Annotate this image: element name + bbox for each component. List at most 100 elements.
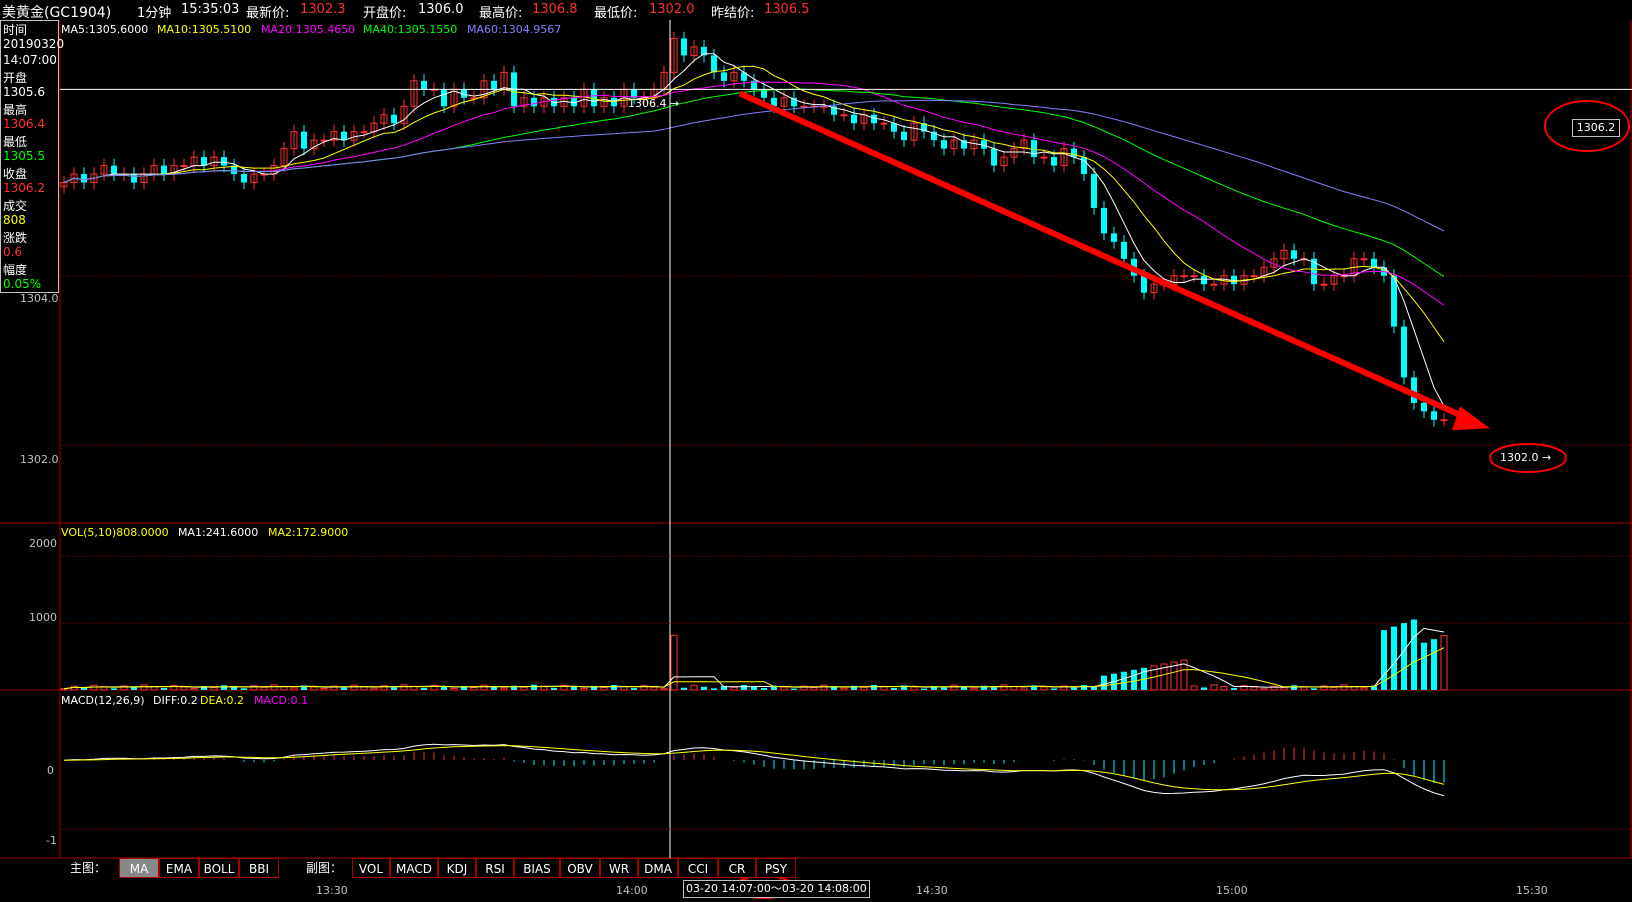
ma10-line (63, 65, 1445, 343)
volume-bar-up (650, 686, 658, 691)
volume-bar-up (950, 684, 958, 691)
instrument-name: 美黄金(GC1904) (2, 5, 112, 21)
volume-bar-up (310, 686, 318, 691)
candle-down (1421, 402, 1427, 412)
volume-bar-up (140, 684, 148, 691)
volume-bar-down (1411, 619, 1417, 690)
volume-bar-up (660, 688, 668, 691)
candle-down (891, 123, 897, 132)
main-boll-button[interactable]: BOLL (199, 858, 239, 878)
volume-bar-down (631, 688, 637, 690)
volume-bar-up (690, 684, 698, 691)
macd-diff-legend: DIFF:0.2 (153, 694, 198, 707)
volume-bar-up (580, 687, 588, 691)
volume-bar-up (1360, 687, 1368, 691)
candle-down (1411, 377, 1417, 403)
candle-up (800, 105, 808, 108)
volume-bar-down (1431, 639, 1437, 690)
candle-down (1111, 233, 1117, 242)
sub-rsi-button[interactable]: RSI (476, 858, 514, 878)
volume-bar-down (441, 686, 447, 690)
candle-down (161, 165, 167, 175)
info-volume-value: 808 (3, 213, 26, 227)
volume-bar-up (520, 686, 528, 691)
sub-dma-button[interactable]: DMA (638, 858, 678, 878)
sub-bias-button[interactable]: BIAS (514, 858, 560, 878)
main-ma-button[interactable]: MA (119, 858, 159, 878)
macd-axis-0: 0 (47, 764, 54, 777)
candle-up (180, 165, 188, 168)
info-range-value: 0.05% (3, 277, 42, 291)
candle-down (1141, 275, 1147, 293)
candle-down (1101, 207, 1107, 234)
info-time-label: 时间 (3, 23, 28, 37)
time-axis-1330: 13:30 (316, 884, 348, 897)
candle-up (1190, 275, 1198, 278)
sub-macd-button[interactable]: MACD (390, 858, 438, 878)
volume-bar-down (1401, 623, 1407, 690)
time-axis-1400: 14:00 (616, 884, 648, 897)
candle-down (341, 131, 347, 141)
chart-canvas[interactable] (0, 0, 1632, 902)
volume-bar-up (320, 688, 328, 691)
clock-time: 15:35:03 (181, 2, 240, 17)
trend-arrow-head (1452, 406, 1490, 431)
volume-bar-up (1210, 684, 1218, 691)
volume-bar-down (111, 688, 117, 690)
volume-bar-down (791, 688, 797, 690)
volume-bar-up (290, 687, 298, 691)
vol-axis-2000: 2000 (29, 537, 57, 550)
candle-down (491, 80, 497, 90)
sub-kdj-button[interactable]: KDJ (438, 858, 476, 878)
candle-down (221, 157, 227, 166)
info-close-label: 收盘 (3, 167, 28, 181)
candle-down (1031, 140, 1037, 158)
candle-up (360, 131, 368, 134)
candle-down (241, 174, 247, 183)
sub-cr-button[interactable]: CR (718, 858, 756, 878)
info-volume-label: 成交 (3, 199, 28, 213)
sub-cci-button[interactable]: CCI (678, 858, 718, 878)
trend-arrow-shaft (738, 90, 1474, 424)
main-bbi-button[interactable]: BBI (239, 858, 279, 878)
candle-down (1121, 241, 1127, 259)
volume-bar-down (421, 687, 427, 690)
candle-down (711, 55, 717, 73)
volume-bar-down (711, 688, 717, 690)
volume-bar-up (1000, 684, 1008, 691)
candle-down (871, 114, 877, 124)
sub-obv-button[interactable]: OBV (560, 858, 600, 878)
volume-bar-up (260, 686, 268, 691)
macd-axis-neg1: -1 (46, 834, 57, 847)
volume-bar-up (860, 686, 868, 691)
sub-wr-button[interactable]: WR (600, 858, 638, 878)
low-price-label: 最低价: (594, 6, 638, 21)
volume-bar-up (1190, 685, 1198, 691)
volume-bar-down (551, 687, 557, 690)
info-change-value: 0.6 (3, 245, 23, 259)
candle-down (1371, 258, 1377, 268)
volume-bar-up (500, 687, 508, 691)
volume-bar-up (350, 684, 358, 691)
volume-bar-up (1020, 687, 1028, 691)
info-high-label: 最高 (3, 103, 28, 117)
candle-up (1320, 283, 1328, 286)
volume-bar-up (600, 686, 608, 691)
info-low-label: 最低 (3, 135, 28, 149)
volume-bar-down (681, 687, 687, 690)
volume-bar-down (1131, 669, 1137, 690)
sub-psy-button[interactable]: PSY (756, 858, 796, 878)
main-ema-button[interactable]: EMA (159, 858, 199, 878)
macd-diff-line (63, 743, 1445, 797)
volume-bar-down (241, 688, 247, 690)
candle-down (1071, 148, 1077, 158)
candle-down (421, 80, 427, 90)
ma60-legend: MA60:1304.9567 (467, 23, 562, 36)
sub-vol-button[interactable]: VOL (352, 858, 390, 878)
volume-bar-down (701, 686, 707, 690)
candle-down (1431, 411, 1437, 420)
volume-bar-up (730, 686, 738, 691)
volume-bar-down (531, 684, 537, 690)
open-price-label: 开盘价: (363, 6, 407, 21)
vol-axis-1000: 1000 (29, 611, 57, 624)
